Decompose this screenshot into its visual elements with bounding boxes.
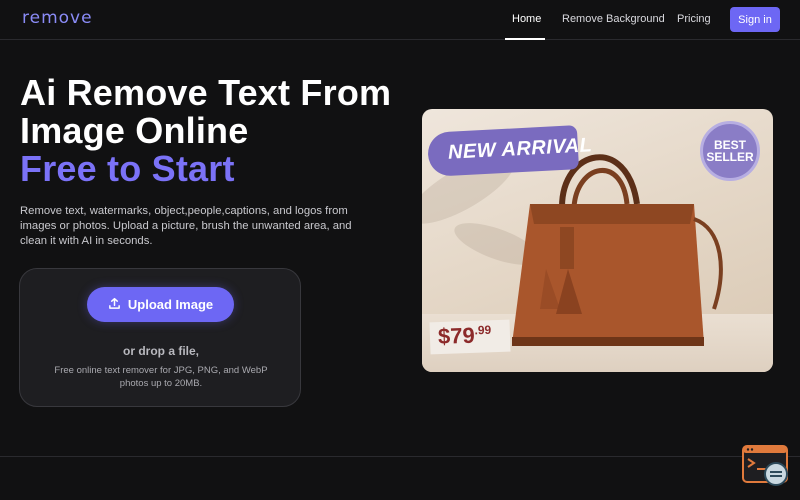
upload-icon: [108, 297, 121, 313]
title-line-2: Image Online: [20, 110, 249, 151]
best-seller-badge: BEST SELLER: [700, 121, 760, 181]
hero-description: Remove text, watermarks, object,people,c…: [20, 205, 352, 247]
upload-button-label: Upload Image: [127, 297, 214, 312]
upload-image-button[interactable]: Upload Image: [87, 287, 234, 322]
sign-in-button[interactable]: Sign in: [730, 7, 780, 32]
chat-widget-button[interactable]: [742, 445, 790, 487]
example-product-image: NEW ARRIVAL BEST SELLER $79.99: [422, 109, 773, 372]
nav-item-home[interactable]: Home: [512, 13, 541, 25]
price-cents: .99: [474, 322, 492, 338]
support-widget-icon: [742, 445, 788, 486]
nav-item-pricing[interactable]: Pricing: [677, 13, 711, 25]
page-title: Ai Remove Text From Image Online Free to…: [20, 74, 420, 188]
upload-hint: Free online text remover for JPG, PNG, a…: [54, 365, 268, 389]
brand-logo[interactable]: remove: [22, 8, 93, 28]
drop-file-text: or drop a file,: [122, 344, 199, 358]
title-accent: Free to Start: [20, 148, 235, 189]
price-label: $79.99: [438, 322, 492, 350]
top-nav-bar: remove Home Remove Background Pricing Si…: [0, 0, 800, 40]
nav-active-indicator: [505, 38, 545, 40]
upload-dropzone[interactable]: Upload Image or drop a file, Free online…: [19, 268, 301, 407]
best-seller-line-2: SELLER: [706, 150, 754, 164]
title-line-1: Ai Remove Text From: [20, 72, 392, 113]
price-main: $79: [437, 322, 476, 349]
nav-item-remove-background[interactable]: Remove Background: [562, 13, 665, 25]
section-divider: [0, 456, 800, 457]
